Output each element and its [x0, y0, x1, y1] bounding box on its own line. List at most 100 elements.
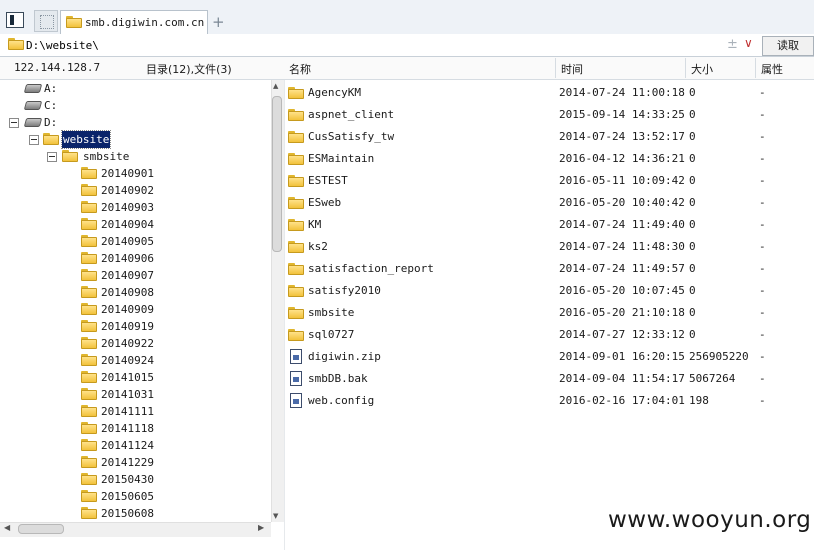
tree-item-folder[interactable]: 20140902 — [0, 182, 260, 199]
file-size: 5067264 — [689, 372, 736, 385]
file-time: 2016-04-12 14:36:21 — [559, 152, 685, 165]
tree-item-folder[interactable]: 20140919 — [0, 318, 260, 335]
scroll-down-icon[interactable]: ▼ — [273, 512, 278, 520]
column-header-size[interactable]: 大小 — [691, 61, 713, 77]
folder-icon — [81, 490, 97, 502]
file-row[interactable]: ks2 2014-07-24 11:48:30 0 - — [285, 236, 814, 258]
scroll-left-icon[interactable]: ◀ — [4, 523, 10, 532]
bookmark-toggle-icon[interactable]: ± — [727, 37, 738, 52]
file-row[interactable]: AgencyKM 2014-07-24 11:00:18 0 - — [285, 82, 814, 104]
folder-icon — [81, 252, 97, 264]
file-row[interactable]: satisfaction_report 2014-07-24 11:49:57 0 - — [285, 258, 814, 280]
blank-page-icon — [40, 15, 54, 29]
tree-item-drive-a[interactable]: A: — [0, 80, 260, 97]
collapse-toggle-icon[interactable] — [47, 152, 57, 162]
tree-item-folder[interactable]: 20141111 — [0, 403, 260, 420]
tree-item-folder[interactable]: 20141124 — [0, 437, 260, 454]
tree-item-folder[interactable]: 20141229 — [0, 454, 260, 471]
tree-item-drive-d[interactable]: D: — [0, 114, 260, 131]
tree-item-label: 20140905 — [101, 235, 154, 248]
horizontal-scroll-thumb[interactable] — [18, 524, 64, 534]
tree-item-folder[interactable]: 20140922 — [0, 335, 260, 352]
file-row[interactable]: smbDB.bak 2014-09-04 11:54:17 5067264 - — [285, 368, 814, 390]
column-header-name[interactable]: 名称 — [289, 61, 311, 77]
tree-item-website[interactable]: website — [0, 130, 260, 149]
tree-item-label: 20150605 — [101, 490, 154, 503]
folder-icon — [81, 269, 97, 281]
file-row[interactable]: KM 2014-07-24 11:49:40 0 - — [285, 214, 814, 236]
tree-item-folder[interactable]: 20140901 — [0, 165, 260, 182]
file-icon — [290, 349, 302, 364]
file-time: 2016-05-20 10:07:45 — [559, 284, 685, 297]
file-name: CusSatisfy_tw — [308, 130, 395, 143]
folder-icon — [81, 456, 97, 468]
folder-icon — [81, 235, 97, 247]
tree-item-folder[interactable]: 20140908 — [0, 284, 260, 301]
read-button[interactable]: 读取 — [762, 36, 814, 56]
tree-item-folder[interactable]: 20150430 — [0, 471, 260, 488]
file-attr: - — [759, 218, 766, 231]
column-header-attr[interactable]: 属性 — [761, 61, 783, 77]
collapse-toggle-icon[interactable] — [29, 135, 39, 145]
tree-item-label: 20140922 — [101, 337, 154, 350]
folder-icon — [288, 175, 304, 187]
tree-item-smbsite[interactable]: smbsite — [0, 148, 260, 165]
tree-item-folder[interactable]: 20150605 — [0, 488, 260, 505]
scroll-right-icon[interactable]: ▶ — [258, 523, 264, 532]
tree-item-label: 20140903 — [101, 201, 154, 214]
tree-item-folder[interactable]: 20140906 — [0, 250, 260, 267]
file-row[interactable]: CusSatisfy_tw 2014-07-24 13:52:17 0 - — [285, 126, 814, 148]
new-tab-button[interactable]: + — [212, 13, 225, 31]
file-name: ESTEST — [308, 174, 348, 187]
tree-item-folder[interactable]: 20140909 — [0, 301, 260, 318]
tree-item-label: 20140909 — [101, 303, 154, 316]
file-row[interactable]: satisfy2010 2016-05-20 10:07:45 0 - — [285, 280, 814, 302]
drive-icon — [23, 84, 43, 93]
scroll-up-icon[interactable]: ▲ — [273, 82, 278, 90]
tree-item-folder[interactable]: 20141015 — [0, 369, 260, 386]
tree-item-folder[interactable]: 20140905 — [0, 233, 260, 250]
column-divider[interactable] — [685, 58, 686, 78]
chevron-down-icon[interactable]: ∨ — [744, 36, 753, 50]
file-row[interactable]: smbsite 2016-05-20 21:10:18 0 - — [285, 302, 814, 324]
file-row[interactable]: ESweb 2016-05-20 10:40:42 0 - — [285, 192, 814, 214]
column-divider[interactable] — [555, 58, 556, 78]
vertical-scroll-thumb[interactable] — [272, 96, 282, 252]
file-list: AgencyKM 2014-07-24 11:00:18 0- aspnet_clie… — [285, 82, 814, 502]
tree-item-folder[interactable]: 20140903 — [0, 199, 260, 216]
file-attr: - — [759, 86, 766, 99]
folder-icon — [288, 241, 304, 253]
tab-active[interactable]: smb.digiwin.com.cn — [60, 10, 208, 34]
collapse-toggle-icon[interactable] — [9, 118, 19, 128]
column-header-time[interactable]: 时间 — [561, 61, 583, 77]
tree-item-folder[interactable]: 20150608 — [0, 505, 260, 520]
file-icon — [290, 393, 302, 408]
tree-item-label: 20140904 — [101, 218, 154, 231]
tree-item-folder[interactable]: 20141031 — [0, 386, 260, 403]
folder-open-icon — [43, 133, 59, 145]
tree-item-label: 20141111 — [101, 405, 154, 418]
folder-icon — [81, 184, 97, 196]
file-row[interactable]: digiwin.zip 2014-09-01 16:20:15 256905220- — [285, 346, 814, 368]
path-input[interactable] — [26, 37, 726, 53]
tree-item-folder[interactable]: 20140904 — [0, 216, 260, 233]
tree-item-folder[interactable]: 20140924 — [0, 352, 260, 369]
folder-icon — [81, 303, 97, 315]
file-size: 0 — [689, 218, 696, 231]
tree-item-folder[interactable]: 20140907 — [0, 267, 260, 284]
file-name: web.config — [308, 394, 375, 407]
tree-item-drive-c[interactable]: C: — [0, 97, 260, 114]
blank-tab[interactable] — [34, 10, 58, 32]
file-row[interactable]: sql0727 2014-07-27 12:33:12 0 - — [285, 324, 814, 346]
column-divider[interactable] — [755, 58, 756, 78]
file-row[interactable]: ESMaintain 2016-04-12 14:36:21 0 - — [285, 148, 814, 170]
folder-icon — [8, 38, 24, 50]
file-size: 198 — [689, 394, 709, 407]
file-time: 2016-05-20 21:10:18 — [559, 306, 685, 319]
file-row[interactable]: aspnet_client 2015-09-14 14:33:25 0 - — [285, 104, 814, 126]
panel-toggle-button[interactable] — [6, 12, 24, 28]
file-row[interactable]: ESTEST 2016-05-11 10:09:42 0 - — [285, 170, 814, 192]
file-time: 2014-07-24 11:49:40 — [559, 218, 685, 231]
tree-item-folder[interactable]: 20141118 — [0, 420, 260, 437]
file-row[interactable]: web.config 2016-02-16 17:04:01 198 - — [285, 390, 814, 412]
